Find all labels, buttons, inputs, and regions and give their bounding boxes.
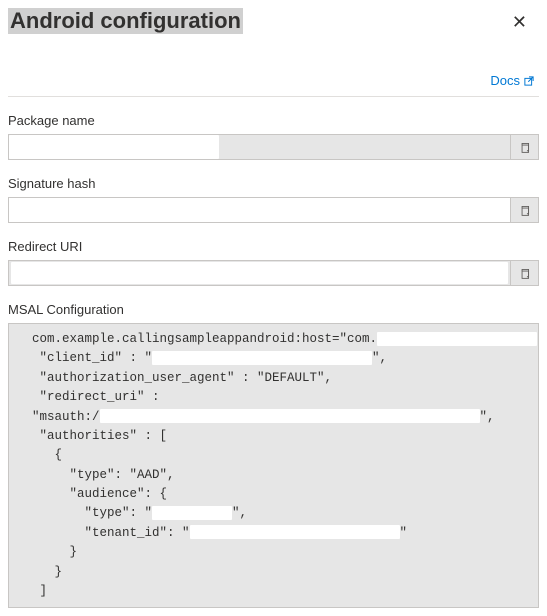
code-line: com.example.callingsampleappandroid:host…	[17, 332, 377, 346]
signature-hash-field-row	[8, 197, 539, 223]
redirect-uri-section: Redirect URI	[0, 223, 547, 286]
copy-icon	[518, 141, 531, 154]
package-name-section: Package name	[0, 97, 547, 160]
docs-link-label: Docs	[490, 73, 520, 88]
package-name-value-redacted	[9, 135, 219, 159]
signature-hash-label: Signature hash	[8, 176, 539, 191]
code-line: ",	[372, 351, 387, 365]
code-line: ]	[17, 584, 47, 598]
code-line: "tenant_id": "	[17, 526, 190, 540]
close-icon: ✕	[512, 12, 527, 32]
code-line: "authorities" : [	[17, 429, 167, 443]
page-title: Android configuration	[8, 8, 243, 34]
code-line: "redirect_uri" :	[17, 390, 160, 404]
code-line: "audience": {	[17, 487, 167, 501]
redacted-audience-type	[152, 506, 232, 520]
code-line: "msauth:/	[17, 410, 100, 424]
code-line: "authorization_user_agent" : "DEFAULT",	[17, 371, 332, 385]
code-line: "	[400, 526, 408, 540]
code-line: ",	[232, 506, 247, 520]
code-line: {	[17, 448, 62, 462]
code-line: "client_id" : "	[17, 351, 152, 365]
redacted-redirect-uri	[100, 409, 480, 423]
redacted-client-id	[152, 351, 372, 365]
code-line: }	[17, 545, 77, 559]
code-line: }	[17, 565, 62, 579]
redirect-uri-label: Redirect URI	[8, 239, 539, 254]
code-line: "type": "	[17, 506, 152, 520]
code-line: "type": "AAD",	[17, 468, 175, 482]
docs-link[interactable]: Docs	[490, 73, 535, 88]
redirect-uri-value-redacted	[11, 262, 508, 284]
copy-signature-hash-button[interactable]	[510, 198, 538, 222]
code-line: "{	[537, 332, 539, 346]
copy-package-name-button[interactable]	[510, 135, 538, 159]
close-button[interactable]: ✕	[504, 8, 535, 37]
package-name-label: Package name	[8, 113, 539, 128]
redacted-tenant-id	[190, 525, 400, 539]
copy-icon	[518, 267, 531, 280]
copy-icon	[518, 204, 531, 217]
signature-hash-section: Signature hash	[0, 160, 547, 223]
package-name-field-row	[8, 134, 539, 160]
external-link-icon	[523, 75, 535, 87]
redacted-host	[377, 332, 537, 346]
code-line: ",	[480, 410, 495, 424]
signature-hash-input[interactable]	[9, 198, 510, 222]
copy-redirect-uri-button[interactable]	[510, 261, 538, 285]
msal-config-section: MSAL Configuration com.example.callingsa…	[0, 286, 547, 616]
redirect-uri-field-row	[8, 260, 539, 286]
msal-config-code[interactable]: com.example.callingsampleappandroid:host…	[8, 323, 539, 608]
package-name-input[interactable]	[219, 135, 510, 159]
msal-config-label: MSAL Configuration	[8, 302, 539, 317]
